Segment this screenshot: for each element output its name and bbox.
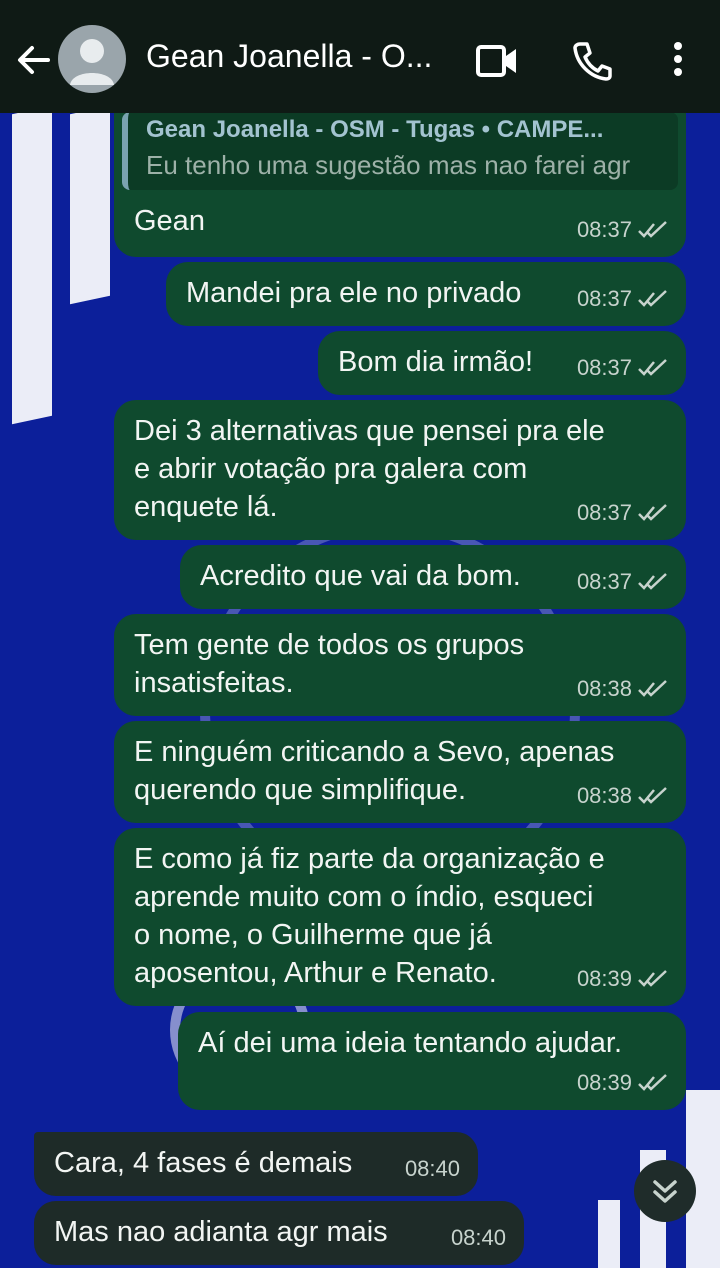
- double-check-icon: [638, 680, 667, 697]
- message-meta: 08:37: [577, 349, 668, 387]
- message-text: Mas nao adianta agr mais: [54, 1216, 388, 1248]
- double-check-icon: [638, 970, 667, 987]
- message-bubble-incoming[interactable]: Mas nao adianta agr mais 08:40: [34, 1201, 524, 1265]
- message-text: Aí dei uma ideia tentando ajudar.: [198, 1027, 623, 1059]
- message-time: 08:39: [576, 1070, 632, 1095]
- message-time: 08:37: [576, 217, 632, 242]
- phone-icon[interactable]: [570, 38, 616, 84]
- message-bubble-outgoing[interactable]: Acredito que vai da bom. 08:37: [180, 545, 686, 609]
- chat-header: Gean Joanella - O...: [0, 0, 720, 113]
- arrow-left-icon[interactable]: [14, 40, 54, 80]
- chat-title[interactable]: Gean Joanella - O...: [146, 38, 446, 75]
- double-check-icon: [638, 290, 667, 307]
- double-check-icon: [638, 1074, 667, 1091]
- message-meta: 08:38: [577, 777, 668, 815]
- message-bubble-outgoing[interactable]: E ninguém criticando a Sevo, apenas quer…: [114, 721, 686, 823]
- avatar[interactable]: [58, 25, 126, 93]
- message-meta: 08:37: [577, 563, 668, 601]
- message-bubble-outgoing[interactable]: Mandei pra ele no privado 08:37: [166, 262, 686, 326]
- message-bubble-outgoing[interactable]: Bom dia irmão! 08:37: [318, 331, 686, 395]
- double-check-icon: [638, 359, 667, 376]
- quoted-message[interactable]: Gean Joanella - OSM - Tugas • CAMPE... E…: [122, 112, 678, 190]
- message-meta: 08:39: [577, 960, 668, 998]
- double-check-icon: [638, 504, 667, 521]
- message-text: Cara, 4 fases é demais: [54, 1147, 353, 1179]
- more-vert-icon[interactable]: [655, 38, 701, 84]
- message-bubble-outgoing[interactable]: E como já fiz parte da organização e apr…: [114, 828, 686, 1006]
- message-meta: 08:39: [577, 1064, 668, 1102]
- message-meta: 08:38: [577, 670, 668, 708]
- message-time: 08:40: [450, 1225, 506, 1250]
- message-bubble-outgoing[interactable]: Tem gente de todos os grupos insatisfeit…: [114, 614, 686, 716]
- message-time: 08:37: [576, 355, 632, 380]
- scroll-to-bottom-button[interactable]: [634, 1160, 696, 1222]
- message-time: 08:38: [576, 676, 632, 701]
- double-check-icon: [638, 787, 667, 804]
- message-meta: 08:37: [577, 494, 668, 532]
- quoted-sender: Gean Joanella - OSM - Tugas • CAMPE...: [146, 116, 604, 143]
- message-time: 08:37: [576, 286, 632, 311]
- double-chevron-down-icon: [653, 1180, 677, 1203]
- double-check-icon: [638, 221, 667, 238]
- video-call-icon[interactable]: [474, 38, 520, 84]
- double-check-icon: [638, 573, 667, 590]
- message-time: 08:40: [404, 1156, 460, 1181]
- message-time: 08:37: [576, 569, 632, 594]
- message-bubble-outgoing[interactable]: Dei 3 alternativas que pensei pra ele e …: [114, 400, 686, 540]
- message-bubble-outgoing[interactable]: Aí dei uma ideia tentando ajudar. 08:39: [178, 1012, 686, 1110]
- quoted-text: Eu tenho uma sugestão mas nao farei agr: [146, 150, 631, 180]
- message-time: 08:39: [576, 966, 632, 991]
- message-bubble-incoming[interactable]: Cara, 4 fases é demais 08:40: [34, 1132, 478, 1196]
- message-meta: 08:40: [451, 1219, 506, 1257]
- message-time: 08:37: [576, 500, 632, 525]
- message-meta: 08:40: [405, 1150, 460, 1188]
- message-meta: 08:37: [577, 280, 668, 318]
- message-meta: 08:37: [577, 211, 668, 249]
- message-time: 08:38: [576, 783, 632, 808]
